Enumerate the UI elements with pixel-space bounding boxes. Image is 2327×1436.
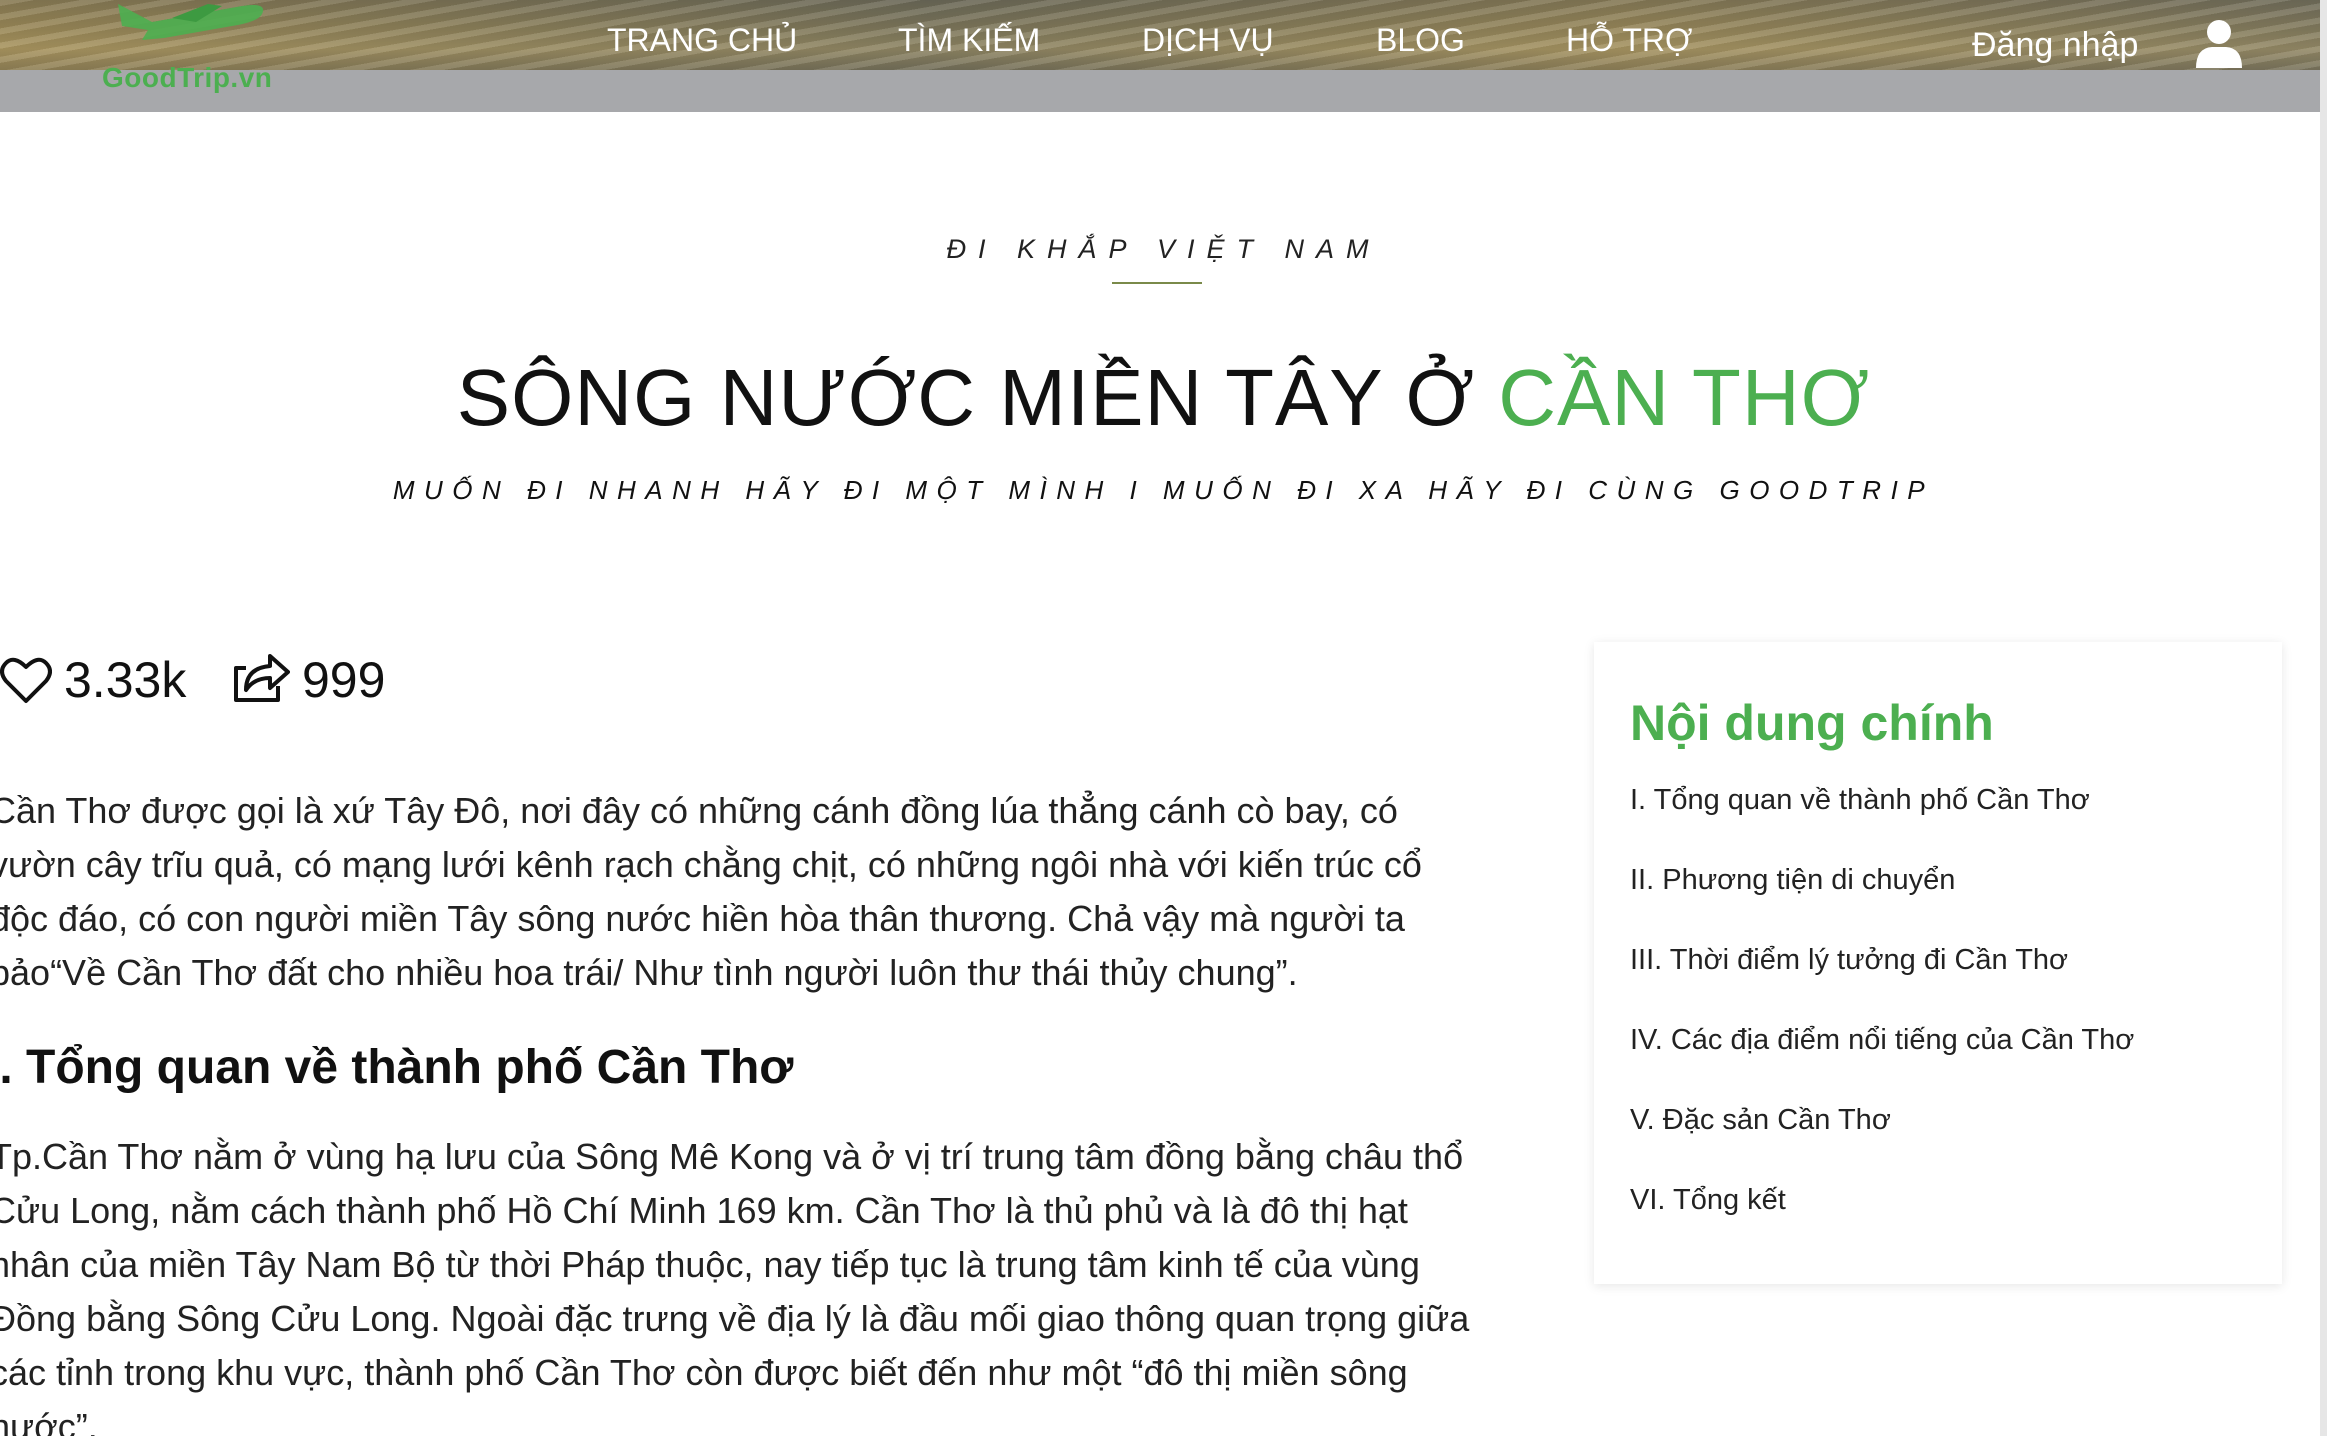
section-line: các tỉnh trong khu vực, thành phố Cần Th… [0, 1352, 1408, 1393]
like-stat[interactable]: 3.33k [0, 652, 186, 708]
nav-item-search[interactable]: TÌM KIẾM [898, 22, 1040, 59]
hero-tagline: MUỐN ĐI NHANH HÃY ĐI MỘT MÌNH I MUỐN ĐI … [392, 475, 1935, 505]
page: GoodTrip.vn TRANG CHỦ TÌM KIẾM DỊCH VỤ B… [0, 0, 2327, 1436]
nav-item-services[interactable]: DỊCH VỤ [1142, 22, 1274, 59]
title-main: SÔNG NƯỚC MIỀN TÂY Ở [456, 353, 1499, 442]
header-band [0, 70, 2320, 112]
section-line: Đồng bằng Sông Cửu Long. Ngoài đặc trưng… [0, 1298, 1470, 1339]
share-stat[interactable]: 999 [232, 652, 385, 708]
section-line: Tp.Cần Thơ nằm ở vùng hạ lưu của Sông Mê… [0, 1136, 1464, 1177]
toc-item-overview[interactable]: I. Tổng quan về thành phố Cần Thơ [1630, 784, 2090, 817]
toc-title: Nội dung chính [1630, 695, 1994, 751]
heart-icon[interactable] [0, 655, 52, 705]
table-of-contents: Nội dung chính I. Tổng quan về thành phố… [1594, 642, 2282, 1284]
section-heading: I. Tổng quan về thành phố Cần Thơ [0, 1041, 794, 1094]
plane-logo-icon[interactable] [112, 0, 272, 44]
intro-line: vườn cây trĩu quả, có mạng lưới kênh rạc… [0, 844, 1422, 885]
article-intro: Cần Thơ được gọi là xứ Tây Đô, nơi đây c… [0, 784, 1510, 1000]
hero-kicker: ĐI KHẮP VIỆT NAM [946, 234, 1381, 264]
logo-text[interactable]: GoodTrip.vn [102, 62, 272, 94]
share-icon[interactable] [232, 654, 290, 706]
user-icon[interactable] [2194, 18, 2244, 70]
section-line: nước”. [0, 1406, 98, 1436]
nav-item-support[interactable]: HỖ TRỢ [1566, 22, 1692, 59]
toc-item-summary[interactable]: VI. Tổng kết [1630, 1184, 1786, 1217]
share-count: 999 [302, 652, 386, 708]
login-link[interactable]: Đăng nhập [1972, 26, 2138, 65]
kicker-divider [1112, 282, 1202, 284]
toc-item-transport[interactable]: II. Phương tiện di chuyển [1630, 864, 1955, 897]
title-accent: CẦN THƠ [1498, 353, 1871, 442]
scrollbar-track[interactable] [2320, 0, 2327, 1436]
nav-item-blog[interactable]: BLOG [1376, 22, 1465, 59]
like-count: 3.33k [64, 652, 187, 708]
intro-line: bảo“Về Cần Thơ đất cho nhiều hoa trái/ N… [0, 952, 1298, 993]
page-title: SÔNG NƯỚC MIỀN TÂY Ở CẦN THƠ [0, 352, 2327, 444]
intro-line: độc đáo, có con người miền Tây sông nước… [0, 898, 1405, 939]
toc-item-specialties[interactable]: V. Đặc sản Cần Thơ [1630, 1104, 1891, 1137]
section-line: nhân của miền Tây Nam Bộ từ thời Pháp th… [0, 1244, 1420, 1285]
toc-item-best-time[interactable]: III. Thời điểm lý tưởng đi Cần Thơ [1630, 944, 2068, 977]
nav-item-home[interactable]: TRANG CHỦ [607, 22, 797, 59]
intro-line: Cần Thơ được gọi là xứ Tây Đô, nơi đây c… [0, 790, 1398, 831]
toc-item-famous-places[interactable]: IV. Các địa điểm nổi tiếng của Cần Thơ [1630, 1024, 2134, 1057]
section-line: Cửu Long, nằm cách thành phố Hồ Chí Minh… [0, 1190, 1408, 1231]
article-section-1: Tp.Cần Thơ nằm ở vùng hạ lưu của Sông Mê… [0, 1130, 1530, 1436]
